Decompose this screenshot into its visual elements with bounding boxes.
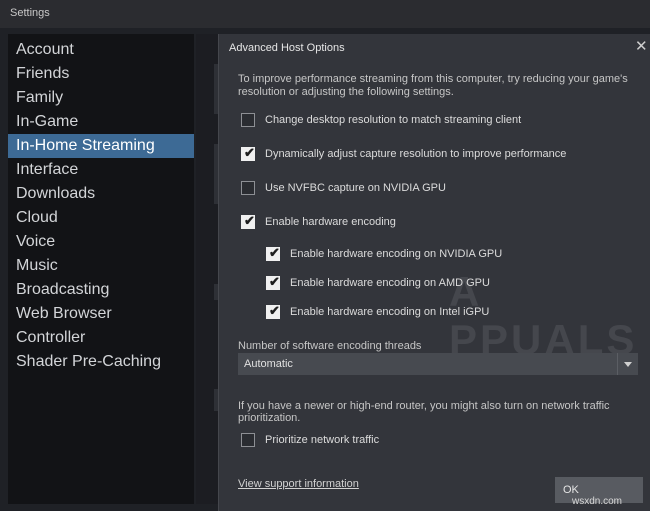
- checkbox[interactable]: ✔: [241, 213, 255, 229]
- option-label: Change desktop resolution to match strea…: [265, 114, 522, 126]
- sidebar-item-web-browser[interactable]: Web Browser: [8, 302, 194, 326]
- sidebar-item-voice[interactable]: Voice: [8, 230, 194, 254]
- checkmark-icon: ✔: [244, 213, 255, 228]
- close-icon[interactable]: ✕: [635, 39, 648, 54]
- dialog-title: Advanced Host Options: [229, 42, 345, 54]
- option-nvfbc-capture[interactable]: Use NVFBC capture on NVIDIA GPU: [241, 181, 641, 197]
- dialog-description: To improve performance streaming from th…: [238, 73, 628, 98]
- sidebar-item-controller[interactable]: Controller: [8, 326, 194, 350]
- checkbox[interactable]: [241, 113, 255, 127]
- chevron-down-icon[interactable]: [617, 353, 638, 375]
- settings-sidebar: Account Friends Family In-Game In-Home S…: [8, 34, 194, 504]
- checkbox[interactable]: ✔: [266, 274, 280, 290]
- title-bar: Settings: [0, 0, 650, 28]
- sidebar-item-interface[interactable]: Interface: [8, 158, 194, 182]
- checkbox[interactable]: ✔: [266, 245, 280, 261]
- sidebar-item-broadcasting[interactable]: Broadcasting: [8, 278, 194, 302]
- site-watermark: wsxdn.com: [572, 496, 623, 507]
- encoding-threads-label: Number of software encoding threads: [238, 340, 422, 352]
- router-hint-text: If you have a newer or high-end router, …: [238, 400, 610, 424]
- checkmark-icon: ✔: [269, 303, 280, 318]
- settings-content-background: [196, 34, 218, 504]
- checkbox[interactable]: [241, 181, 255, 195]
- option-dynamic-capture-resolution[interactable]: ✔ Dynamically adjust capture resolution …: [241, 145, 641, 163]
- checkmark-icon: ✔: [244, 145, 255, 160]
- option-label: Prioritize network traffic: [265, 434, 380, 446]
- view-support-link[interactable]: View support information: [238, 478, 359, 490]
- sidebar-item-family[interactable]: Family: [8, 86, 194, 110]
- advanced-host-options-dialog: Advanced Host Options ✕ A PPUALS To impr…: [218, 34, 650, 511]
- sidebar-item-in-game[interactable]: In-Game: [8, 110, 194, 134]
- option-label: Dynamically adjust capture resolution to…: [265, 148, 567, 160]
- sidebar-item-friends[interactable]: Friends: [8, 62, 194, 86]
- option-label: Enable hardware encoding: [265, 216, 396, 228]
- checkbox[interactable]: [241, 433, 255, 447]
- option-label: Enable hardware encoding on NVIDIA GPU: [290, 248, 503, 260]
- checkmark-icon: ✔: [269, 274, 280, 289]
- option-hardware-encoding-nvidia[interactable]: ✔ Enable hardware encoding on NVIDIA GPU: [266, 245, 636, 263]
- option-label: Enable hardware encoding on AMD GPU: [290, 277, 490, 289]
- option-prioritize-network-traffic[interactable]: Prioritize network traffic: [241, 433, 641, 449]
- option-label: Enable hardware encoding on Intel iGPU: [290, 306, 490, 318]
- sidebar-item-downloads[interactable]: Downloads: [8, 182, 194, 206]
- checkbox[interactable]: ✔: [241, 145, 255, 161]
- checkmark-icon: ✔: [269, 245, 280, 260]
- sidebar-item-cloud[interactable]: Cloud: [8, 206, 194, 230]
- option-hardware-encoding-intel[interactable]: ✔ Enable hardware encoding on Intel iGPU: [266, 303, 636, 321]
- sidebar-item-account[interactable]: Account: [8, 38, 194, 62]
- select-value: Automatic: [244, 358, 293, 370]
- encoding-threads-select[interactable]: Automatic: [238, 353, 638, 375]
- sidebar-item-shader-pre-caching[interactable]: Shader Pre-Caching: [8, 350, 194, 374]
- option-label: Use NVFBC capture on NVIDIA GPU: [265, 182, 446, 194]
- option-hardware-encoding[interactable]: ✔ Enable hardware encoding: [241, 213, 641, 231]
- option-hardware-encoding-amd[interactable]: ✔ Enable hardware encoding on AMD GPU: [266, 274, 636, 292]
- window-title: Settings: [10, 7, 50, 19]
- option-change-desktop-resolution[interactable]: Change desktop resolution to match strea…: [241, 113, 641, 129]
- sidebar-item-music[interactable]: Music: [8, 254, 194, 278]
- sidebar-item-in-home-streaming[interactable]: In-Home Streaming: [8, 134, 194, 158]
- checkbox[interactable]: ✔: [266, 303, 280, 319]
